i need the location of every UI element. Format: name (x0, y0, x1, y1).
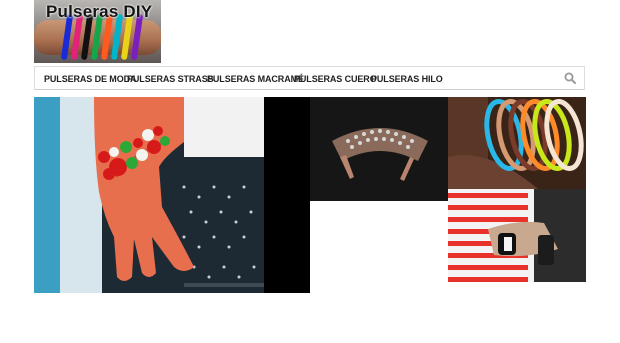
site-title: Pulseras DIY (46, 2, 153, 21)
tile-neon-bangles[interactable] (448, 97, 586, 189)
studded-cuff-photo (310, 97, 448, 201)
nav-item-hilo[interactable]: PULSERAS HILO (371, 74, 443, 84)
tile-button-bracelet[interactable] (34, 97, 310, 293)
stripe-cuff-photo (448, 189, 586, 282)
tile-stripe-cuff[interactable] (448, 189, 586, 282)
main-nav: PULSERAS DE MODA PULSERAS STRASS PULSERA… (34, 66, 585, 90)
neon-bangles-photo (448, 97, 586, 189)
nav-item-cuero[interactable]: PULSERAS CUERO (294, 74, 377, 84)
nav-item-macrame[interactable]: PULSERAS MACRAMÉ (207, 74, 304, 84)
search-icon[interactable] (564, 72, 576, 84)
nav-item-strass[interactable]: PULSERAS STRASS (127, 74, 214, 84)
tile-studded-cuff[interactable] (310, 97, 448, 201)
nav-item-moda[interactable]: PULSERAS DE MODA (44, 74, 137, 84)
site-logo[interactable]: Pulseras DIY (34, 0, 161, 63)
button-bracelet-photo (34, 97, 310, 293)
